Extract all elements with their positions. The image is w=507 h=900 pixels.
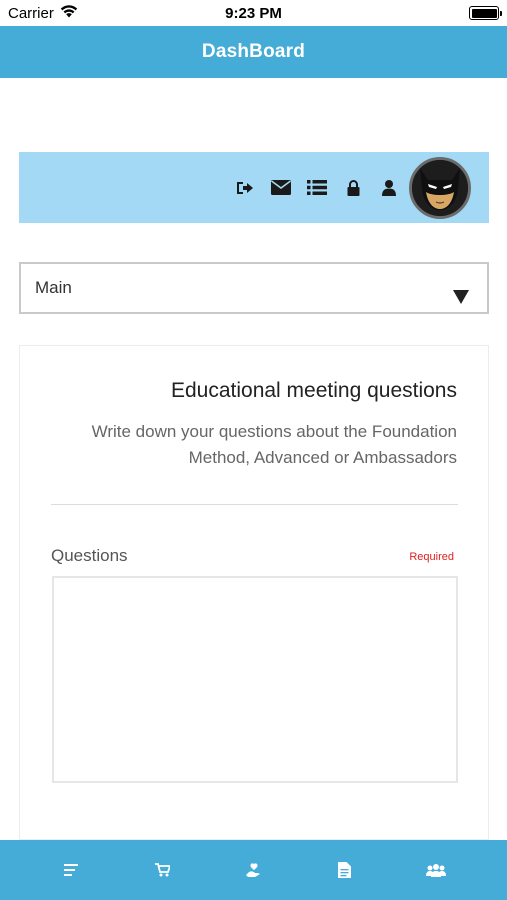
status-bar: Carrier 9:23 PM bbox=[0, 0, 507, 26]
tab-community[interactable] bbox=[410, 847, 462, 893]
status-left: Carrier bbox=[8, 5, 78, 22]
dropdown-arrow-icon bbox=[453, 290, 469, 304]
card-divider bbox=[51, 504, 458, 505]
tab-documents[interactable] bbox=[319, 847, 371, 893]
carrier-label: Carrier bbox=[8, 4, 54, 22]
lock-icon[interactable] bbox=[335, 170, 371, 206]
section-dropdown[interactable]: Main bbox=[19, 262, 489, 314]
card-title: Educational meeting questions bbox=[170, 379, 457, 402]
tab-menu[interactable] bbox=[45, 847, 97, 893]
battery-fill bbox=[471, 8, 497, 18]
card-description: Write down your questions about the Foun… bbox=[91, 422, 457, 467]
hand-heart-icon bbox=[245, 862, 260, 877]
page-title: DashBoard bbox=[201, 41, 306, 62]
questions-card: Educational meeting questions Write down… bbox=[19, 345, 489, 840]
tab-donate[interactable] bbox=[227, 847, 279, 893]
user-icon[interactable] bbox=[371, 170, 407, 206]
list-icon[interactable] bbox=[299, 170, 335, 206]
avatar[interactable] bbox=[409, 156, 471, 219]
cart-icon bbox=[154, 863, 170, 877]
dropdown-selected-value: Main bbox=[35, 278, 72, 297]
document-icon bbox=[338, 862, 352, 878]
questions-label: Questions bbox=[51, 546, 128, 565]
required-indicator: Required bbox=[409, 551, 454, 563]
logout-icon[interactable] bbox=[227, 170, 263, 206]
nav-bar: DashBoard bbox=[0, 26, 507, 78]
questions-textarea[interactable] bbox=[52, 576, 458, 783]
profile-strip bbox=[19, 152, 489, 223]
batman-avatar-icon bbox=[412, 159, 468, 216]
bottom-tab-bar bbox=[0, 840, 507, 900]
wifi-icon bbox=[60, 4, 78, 22]
menu-icon bbox=[63, 864, 78, 876]
tab-cart[interactable] bbox=[136, 847, 188, 893]
battery-icon bbox=[469, 6, 502, 20]
mail-icon[interactable] bbox=[263, 170, 299, 206]
group-icon bbox=[426, 863, 447, 877]
